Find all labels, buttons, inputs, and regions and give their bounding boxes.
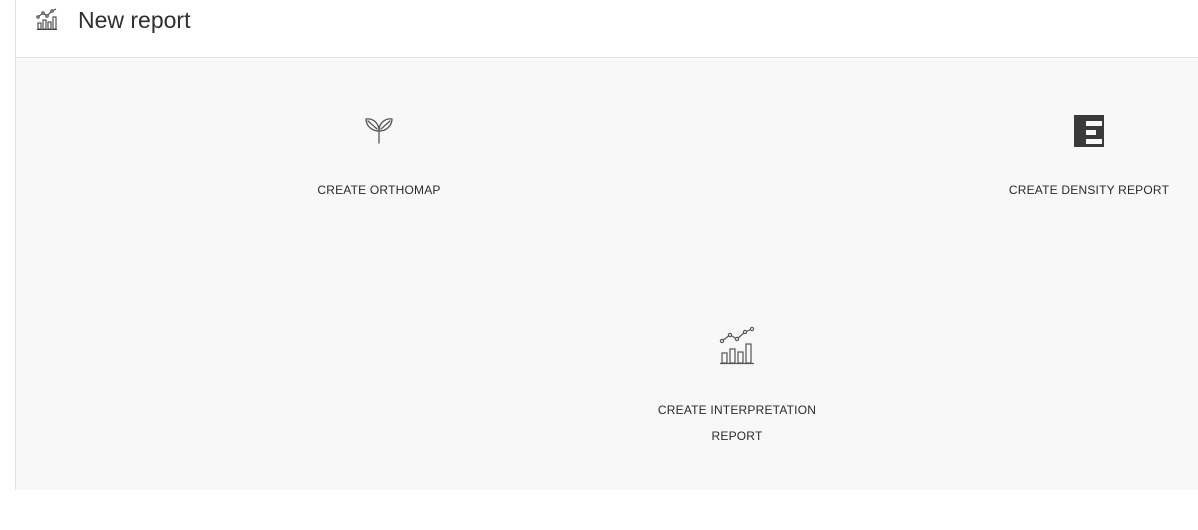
chart-report-icon: [719, 326, 755, 365]
page-title: New report: [78, 7, 191, 33]
sprout-icon: [364, 113, 394, 147]
density-bars-icon: [1072, 113, 1106, 149]
create-interpretation-report-button[interactable]: CREATE INTERPRETATION REPORT: [642, 326, 832, 449]
new-report-page: New report CREATE ORTHOMAP CREATE DENSIT…: [0, 0, 1198, 530]
create-density-report-label: CREATE DENSITY REPORT: [1008, 183, 1170, 197]
create-orthomap-label: CREATE ORTHOMAP: [317, 183, 441, 197]
report-options-panel: CREATE ORTHOMAP CREATE DENSITY REPORT CR…: [16, 59, 1198, 490]
create-interpretation-report-label: CREATE INTERPRETATION REPORT: [657, 403, 817, 443]
chart-report-icon: [36, 8, 58, 31]
create-density-report-button[interactable]: CREATE DENSITY REPORT: [994, 113, 1184, 203]
create-orthomap-button[interactable]: CREATE ORTHOMAP: [294, 113, 464, 203]
page-header: New report: [16, 0, 1198, 58]
